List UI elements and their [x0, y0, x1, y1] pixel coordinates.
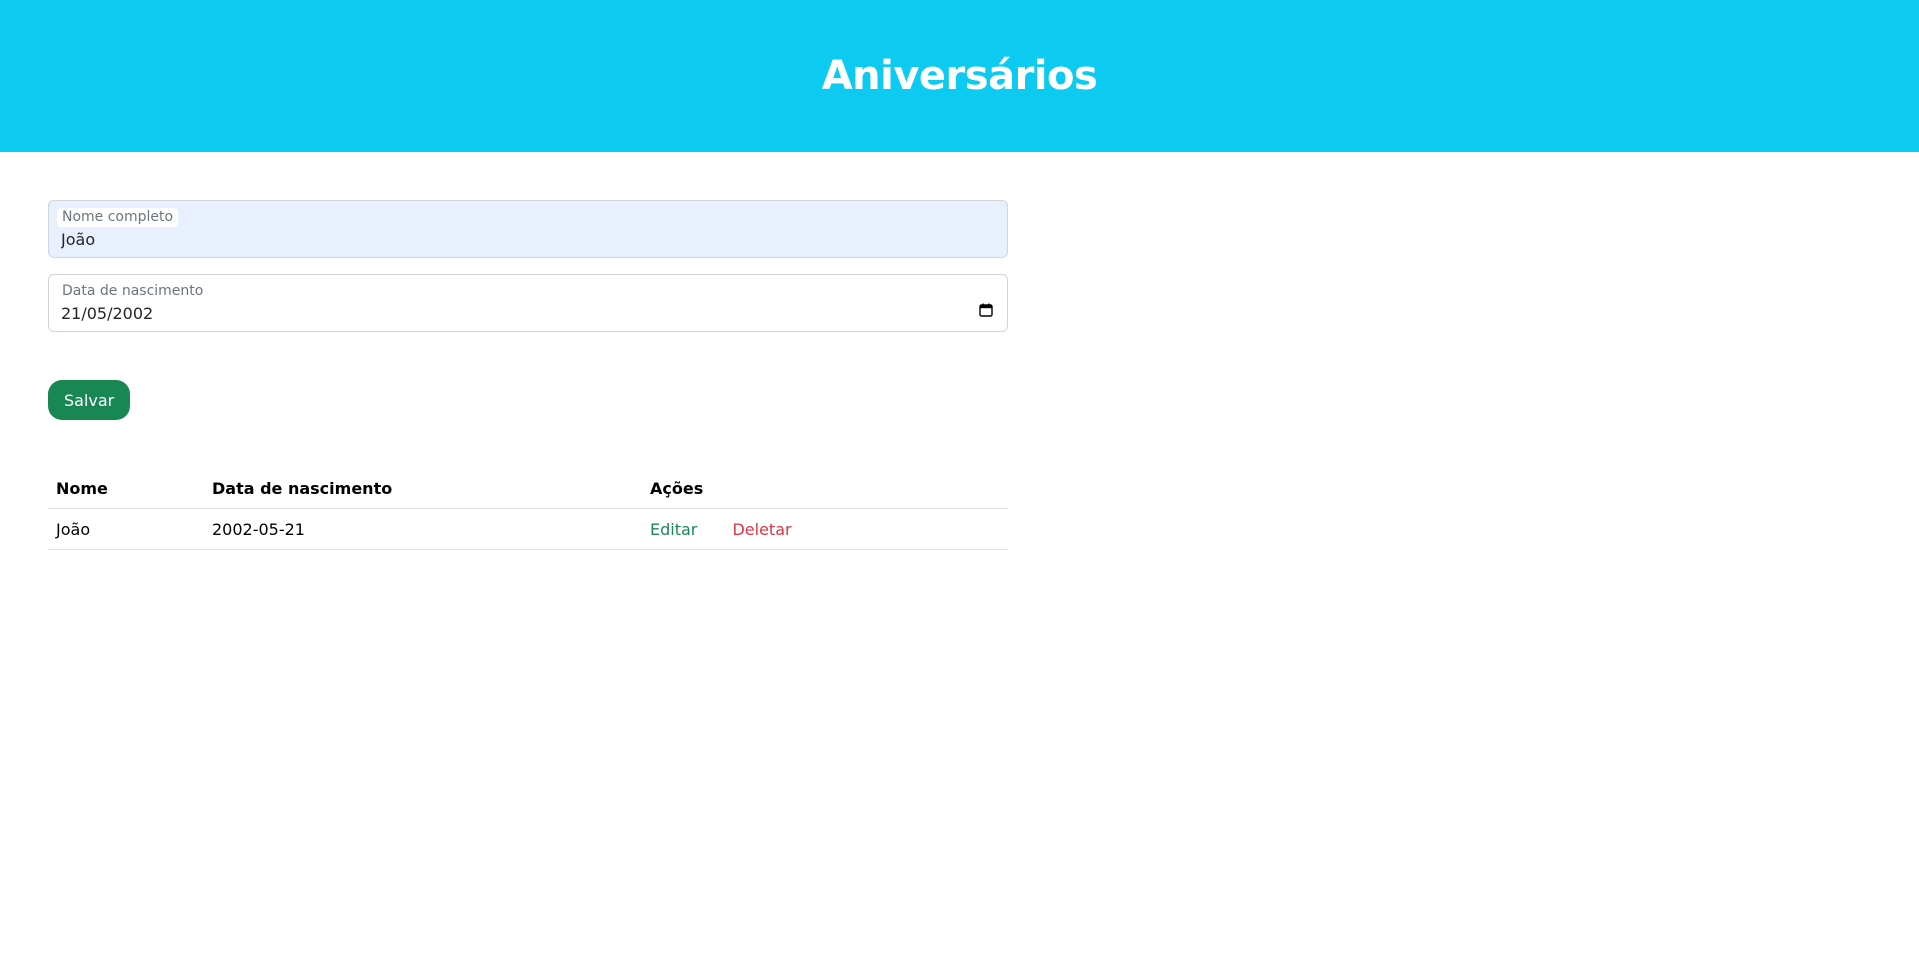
edit-link[interactable]: Editar [650, 520, 697, 539]
name-input[interactable] [61, 227, 961, 251]
header-acoes: Ações [642, 468, 1008, 509]
name-field[interactable]: Nome completo [48, 200, 1008, 258]
page-header: Aniversários [0, 0, 1919, 152]
delete-link[interactable]: Deletar [732, 520, 791, 539]
birthdate-field[interactable]: Data de nascimento [48, 274, 1008, 332]
birthdays-table: Nome Data de nascimento Ações João 2002-… [48, 468, 1008, 550]
header-data-nascimento: Data de nascimento [204, 468, 642, 509]
birthdate-field-label: Data de nascimento [62, 283, 204, 299]
table-header-row: Nome Data de nascimento Ações [48, 468, 1008, 509]
cell-nome: João [48, 508, 204, 550]
calendar-icon[interactable] [979, 303, 993, 317]
table-row: João 2002-05-21 Editar Deletar [48, 508, 1008, 550]
save-button[interactable]: Salvar [48, 380, 131, 420]
header-nome: Nome [48, 468, 204, 509]
main-content: Nome completo Data de nascimento Salvar … [48, 200, 1008, 550]
birthdate-input[interactable] [61, 301, 961, 325]
name-field-label: Nome completo [57, 208, 179, 227]
page-title: Aniversários [821, 53, 1098, 99]
cell-data: 2002-05-21 [204, 508, 642, 550]
cell-acoes: Editar Deletar [642, 508, 1008, 550]
